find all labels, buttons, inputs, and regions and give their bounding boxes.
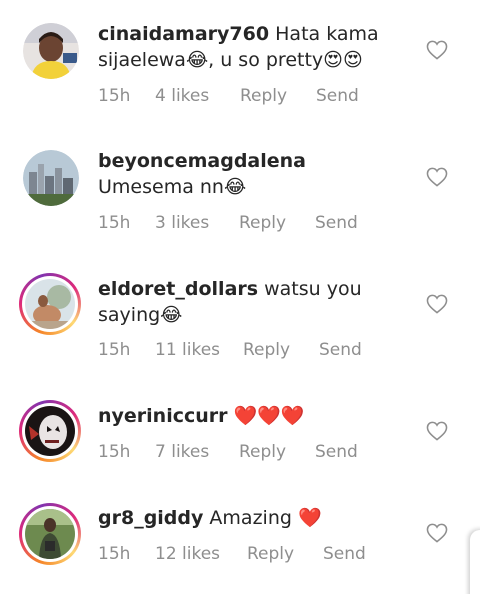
- send-button[interactable]: Send: [319, 340, 362, 360]
- send-button[interactable]: Send: [323, 544, 366, 564]
- comment-text: cinaidamary760 Hata kama sijaelewa😂, u s…: [98, 21, 398, 73]
- comment-text: eldoret_dollars watsu you saying😂: [98, 276, 398, 328]
- comment-username[interactable]: gr8_giddy: [98, 507, 203, 529]
- comment-likes[interactable]: 12 likes: [155, 544, 220, 564]
- comment-text: gr8_giddy Amazing ❤️: [98, 505, 398, 531]
- heart-icon[interactable]: [426, 421, 448, 441]
- comment-time: 15h: [98, 86, 131, 106]
- comment-time: 15h: [98, 213, 131, 233]
- comment-username[interactable]: eldoret_dollars: [98, 278, 258, 300]
- reply-button[interactable]: Reply: [239, 213, 286, 233]
- heart-icon[interactable]: [426, 167, 448, 187]
- floating-card-edge: [470, 530, 480, 594]
- comment-message: Amazing ❤️: [203, 507, 322, 529]
- comment-time: 15h: [98, 442, 131, 462]
- comments-list: cinaidamary760 Hata kama sijaelewa😂, u s…: [0, 0, 480, 594]
- reply-button[interactable]: Reply: [239, 442, 286, 462]
- send-button[interactable]: Send: [315, 213, 358, 233]
- comment-likes[interactable]: 7 likes: [155, 442, 209, 462]
- comment-likes[interactable]: 11 likes: [155, 340, 220, 360]
- heart-icon[interactable]: [426, 294, 448, 314]
- comment-text: nyeriniccurr ❤️❤️❤️: [98, 403, 398, 429]
- send-button[interactable]: Send: [315, 442, 358, 462]
- reply-button[interactable]: Reply: [240, 86, 287, 106]
- reply-button[interactable]: Reply: [243, 340, 290, 360]
- comment-message: ❤️❤️❤️: [227, 405, 305, 427]
- avatar[interactable]: [19, 503, 81, 565]
- avatar[interactable]: [23, 23, 79, 79]
- comment-text: beyoncemagdalena Umesema nn😂: [98, 148, 398, 200]
- reply-button[interactable]: Reply: [247, 544, 294, 564]
- heart-icon[interactable]: [426, 523, 448, 543]
- comment-username[interactable]: nyeriniccurr: [98, 405, 228, 427]
- avatar[interactable]: [19, 273, 81, 335]
- comment-username[interactable]: beyoncemagdalena: [98, 150, 306, 172]
- comment-time: 15h: [98, 544, 131, 564]
- avatar[interactable]: [19, 400, 81, 462]
- heart-icon[interactable]: [426, 40, 448, 60]
- comment-username[interactable]: cinaidamary760: [98, 23, 269, 45]
- comment-likes[interactable]: 4 likes: [155, 86, 209, 106]
- comment-time: 15h: [98, 340, 131, 360]
- comment-likes[interactable]: 3 likes: [155, 213, 209, 233]
- send-button[interactable]: Send: [316, 86, 359, 106]
- avatar[interactable]: [23, 150, 79, 206]
- comment-message: Umesema nn😂: [98, 176, 247, 198]
